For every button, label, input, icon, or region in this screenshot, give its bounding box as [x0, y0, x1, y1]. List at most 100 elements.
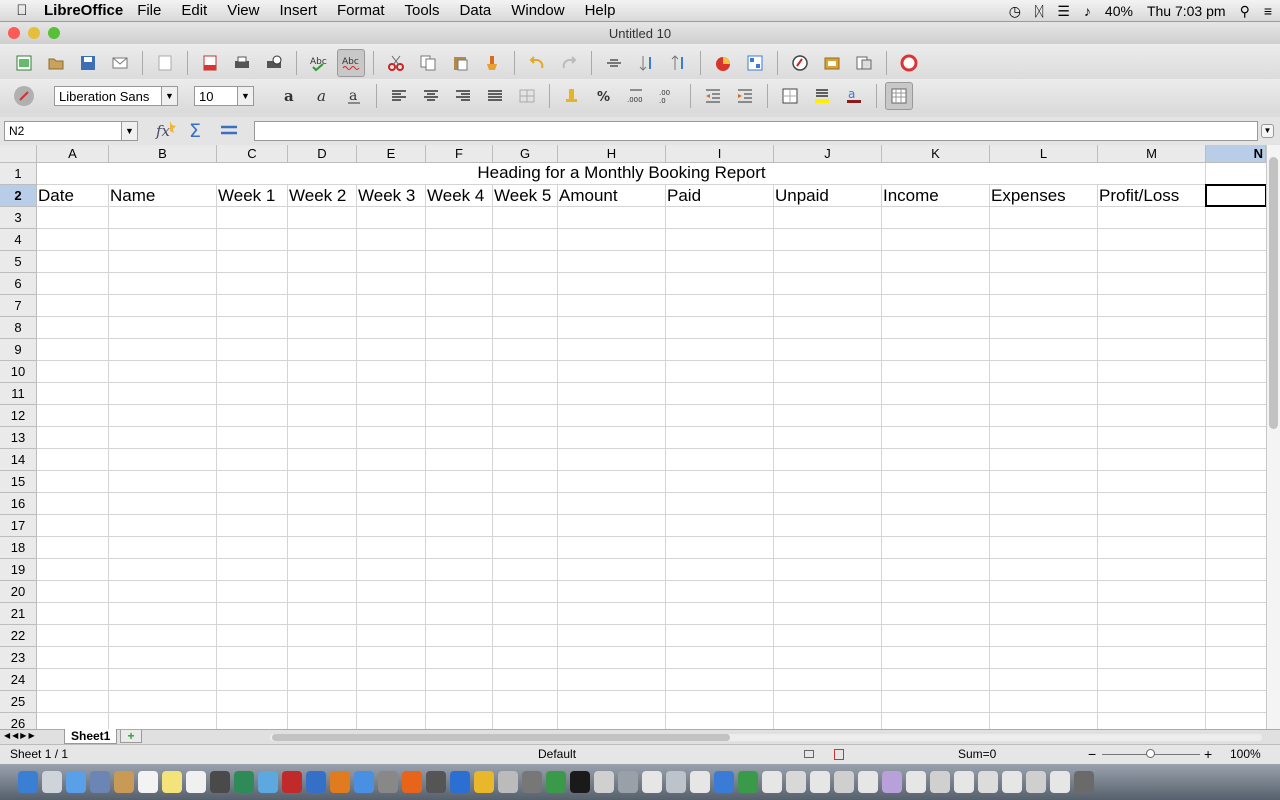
clock[interactable]: Thu 7:03 pm [1147, 3, 1226, 19]
menu-view[interactable]: View [227, 2, 259, 19]
menu-help[interactable]: Help [585, 2, 616, 19]
menu-format[interactable]: Format [337, 2, 385, 19]
percent-icon[interactable]: % [590, 82, 618, 110]
column-header-h[interactable]: H [558, 145, 666, 163]
document-icon[interactable] [666, 771, 686, 793]
print-icon[interactable] [228, 49, 256, 77]
notes-icon[interactable] [162, 771, 182, 793]
document-icon[interactable] [1002, 771, 1022, 793]
undo-icon[interactable] [523, 49, 551, 77]
bold-icon[interactable]: a [276, 82, 304, 110]
trash-icon[interactable] [1074, 771, 1094, 793]
column-header-d[interactable]: D [288, 145, 357, 163]
row-header-10[interactable]: 10 [0, 361, 37, 383]
wifi-icon[interactable]: ☰ [1057, 3, 1070, 20]
column-header-n[interactable]: N [1206, 145, 1266, 163]
sort-descending-icon[interactable] [664, 49, 692, 77]
row-header-16[interactable]: 16 [0, 493, 37, 515]
volume-icon[interactable]: ♪ [1084, 3, 1091, 19]
align-center-icon[interactable] [417, 82, 445, 110]
mail-icon[interactable] [90, 771, 110, 793]
new-document-icon[interactable] [10, 49, 38, 77]
document-icon[interactable] [954, 771, 974, 793]
row-header-15[interactable]: 15 [0, 471, 37, 493]
data-sources-icon[interactable] [850, 49, 878, 77]
document-icon[interactable] [762, 771, 782, 793]
autospellcheck-icon[interactable]: Abc [337, 49, 365, 77]
header-amount[interactable]: Amount [558, 185, 665, 207]
gallery-icon[interactable] [818, 49, 846, 77]
horizontal-scrollbar[interactable] [270, 734, 1262, 741]
column-header-f[interactable]: F [426, 145, 493, 163]
report-heading[interactable]: Heading for a Monthly Booking Report [37, 162, 1205, 184]
align-right-icon[interactable] [449, 82, 477, 110]
zoom-in-icon[interactable]: + [1204, 745, 1212, 764]
paste-icon[interactable] [446, 49, 474, 77]
row-header-24[interactable]: 24 [0, 669, 37, 691]
minimize-window-button[interactable] [28, 27, 40, 39]
menu-data[interactable]: Data [460, 2, 492, 19]
menu-window[interactable]: Window [511, 2, 564, 19]
app-store-icon[interactable] [354, 771, 374, 793]
navigator-icon[interactable] [786, 49, 814, 77]
document-icon[interactable] [714, 771, 734, 793]
increase-indent-icon[interactable] [731, 82, 759, 110]
row-header-17[interactable]: 17 [0, 515, 37, 537]
sort-ascending-icon[interactable] [632, 49, 660, 77]
terminal-icon[interactable] [570, 771, 590, 793]
standard-number-icon[interactable]: .000 [622, 82, 650, 110]
row-header-9[interactable]: 9 [0, 339, 37, 361]
row-header-20[interactable]: 20 [0, 581, 37, 603]
photo-app-icon[interactable] [282, 771, 302, 793]
formula-icon[interactable] [218, 119, 240, 144]
column-header-l[interactable]: L [990, 145, 1098, 163]
clone-formatting-icon[interactable] [478, 49, 506, 77]
align-left-icon[interactable] [385, 82, 413, 110]
chevron-down-icon[interactable]: ▼ [237, 87, 253, 105]
close-window-button[interactable] [8, 27, 20, 39]
apple-menu-icon[interactable]:  [0, 2, 44, 19]
select-all-corner[interactable] [0, 145, 37, 163]
column-header-e[interactable]: E [357, 145, 426, 163]
formula-input[interactable] [254, 121, 1258, 141]
header-week-1[interactable]: Week 1 [217, 185, 287, 207]
row-header-19[interactable]: 19 [0, 559, 37, 581]
menu-file[interactable]: File [137, 2, 161, 19]
email-icon[interactable] [106, 49, 134, 77]
document-icon[interactable] [882, 771, 902, 793]
header-income[interactable]: Income [882, 185, 989, 207]
calendar-icon[interactable] [138, 771, 158, 793]
finder-icon[interactable] [18, 771, 38, 793]
column-header-g[interactable]: G [493, 145, 558, 163]
header-week-5[interactable]: Week 5 [493, 185, 557, 207]
document-icon[interactable] [618, 771, 638, 793]
row-header-1[interactable]: 1 [0, 163, 37, 185]
column-header-i[interactable]: I [666, 145, 774, 163]
print-preview-icon[interactable] [260, 49, 288, 77]
itunes-icon[interactable] [306, 771, 326, 793]
chrome-icon[interactable] [546, 771, 566, 793]
vertical-scrollbar[interactable] [1266, 145, 1280, 729]
redo-icon[interactable] [555, 49, 583, 77]
copy-icon[interactable] [414, 49, 442, 77]
header-profit-loss[interactable]: Profit/Loss [1098, 185, 1205, 207]
add-decimal-icon[interactable]: .00.0 [654, 82, 682, 110]
facetime-icon[interactable] [234, 771, 254, 793]
document-icon[interactable] [930, 771, 950, 793]
spotlight-search-icon[interactable]: ⚲ [1240, 3, 1250, 20]
menu-insert[interactable]: Insert [279, 2, 317, 19]
preview-icon[interactable] [522, 771, 542, 793]
name-box[interactable]: N2 ▼ [4, 121, 138, 141]
active-cell-cursor[interactable] [1205, 184, 1266, 207]
hyperlink-icon[interactable] [600, 49, 628, 77]
toggle-grid-icon[interactable] [885, 82, 913, 110]
background-color-icon[interactable] [808, 82, 836, 110]
cut-icon[interactable] [382, 49, 410, 77]
currency-icon[interactable] [558, 82, 586, 110]
photo-booth-icon[interactable] [210, 771, 230, 793]
open-folder-icon[interactable] [42, 49, 70, 77]
sheet-tab-sheet1[interactable]: Sheet1 [64, 729, 118, 744]
menu-tools[interactable]: Tools [405, 2, 440, 19]
function-wizard-icon[interactable]: fx [154, 119, 178, 144]
horizontal-scroll-thumb[interactable] [272, 734, 730, 741]
